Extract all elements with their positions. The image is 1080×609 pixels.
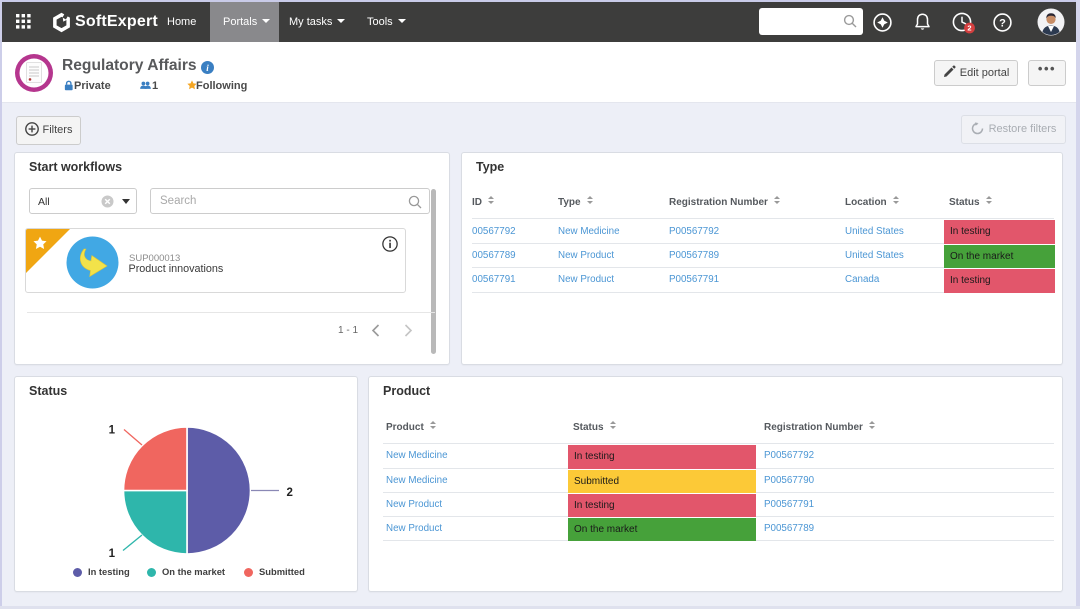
svg-text:1: 1: [109, 548, 116, 560]
svg-text:?: ?: [999, 17, 1006, 29]
svg-text:1: 1: [109, 424, 116, 436]
svg-text:2: 2: [287, 487, 293, 499]
svg-text:2: 2: [967, 24, 971, 33]
